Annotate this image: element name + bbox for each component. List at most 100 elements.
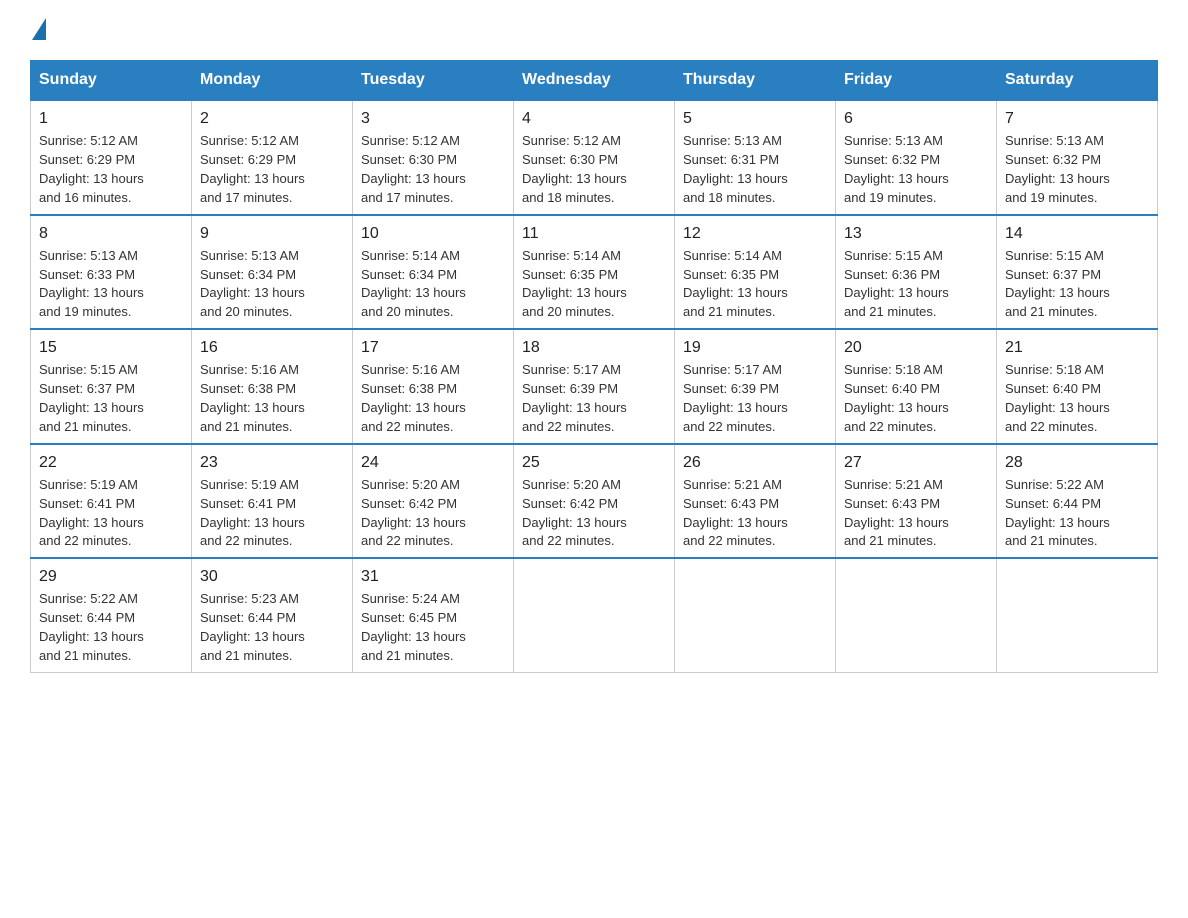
calendar-cell: 4 Sunrise: 5:12 AMSunset: 6:30 PMDayligh… [514,100,675,215]
day-number: 12 [683,222,827,245]
logo [30,20,48,42]
page-header [30,20,1158,42]
calendar-cell: 16 Sunrise: 5:16 AMSunset: 6:38 PMDaylig… [192,329,353,444]
calendar-cell: 11 Sunrise: 5:14 AMSunset: 6:35 PMDaylig… [514,215,675,330]
calendar-cell: 7 Sunrise: 5:13 AMSunset: 6:32 PMDayligh… [997,100,1158,215]
day-number: 10 [361,222,505,245]
column-header-saturday: Saturday [997,61,1158,101]
day-info: Sunrise: 5:19 AMSunset: 6:41 PMDaylight:… [39,477,144,549]
day-info: Sunrise: 5:18 AMSunset: 6:40 PMDaylight:… [844,362,949,434]
column-header-wednesday: Wednesday [514,61,675,101]
day-number: 1 [39,107,183,130]
column-header-monday: Monday [192,61,353,101]
day-info: Sunrise: 5:13 AMSunset: 6:32 PMDaylight:… [1005,133,1110,205]
calendar-week-row: 15 Sunrise: 5:15 AMSunset: 6:37 PMDaylig… [31,329,1158,444]
day-info: Sunrise: 5:12 AMSunset: 6:30 PMDaylight:… [522,133,627,205]
day-number: 21 [1005,336,1149,359]
day-info: Sunrise: 5:13 AMSunset: 6:33 PMDaylight:… [39,248,144,320]
calendar-week-row: 8 Sunrise: 5:13 AMSunset: 6:33 PMDayligh… [31,215,1158,330]
day-info: Sunrise: 5:22 AMSunset: 6:44 PMDaylight:… [39,591,144,663]
calendar-cell: 28 Sunrise: 5:22 AMSunset: 6:44 PMDaylig… [997,444,1158,559]
calendar-cell: 9 Sunrise: 5:13 AMSunset: 6:34 PMDayligh… [192,215,353,330]
calendar-cell: 10 Sunrise: 5:14 AMSunset: 6:34 PMDaylig… [353,215,514,330]
calendar-cell [514,558,675,672]
calendar-header-row: SundayMondayTuesdayWednesdayThursdayFrid… [31,61,1158,101]
calendar-cell: 29 Sunrise: 5:22 AMSunset: 6:44 PMDaylig… [31,558,192,672]
day-number: 13 [844,222,988,245]
day-number: 3 [361,107,505,130]
day-number: 19 [683,336,827,359]
day-info: Sunrise: 5:20 AMSunset: 6:42 PMDaylight:… [522,477,627,549]
day-number: 24 [361,451,505,474]
day-number: 22 [39,451,183,474]
day-number: 29 [39,565,183,588]
day-number: 2 [200,107,344,130]
day-number: 20 [844,336,988,359]
day-info: Sunrise: 5:14 AMSunset: 6:35 PMDaylight:… [522,248,627,320]
day-number: 28 [1005,451,1149,474]
day-info: Sunrise: 5:12 AMSunset: 6:29 PMDaylight:… [200,133,305,205]
day-info: Sunrise: 5:24 AMSunset: 6:45 PMDaylight:… [361,591,466,663]
calendar-cell [836,558,997,672]
day-info: Sunrise: 5:16 AMSunset: 6:38 PMDaylight:… [200,362,305,434]
day-info: Sunrise: 5:17 AMSunset: 6:39 PMDaylight:… [683,362,788,434]
calendar-cell: 23 Sunrise: 5:19 AMSunset: 6:41 PMDaylig… [192,444,353,559]
day-info: Sunrise: 5:20 AMSunset: 6:42 PMDaylight:… [361,477,466,549]
day-number: 31 [361,565,505,588]
calendar-cell: 3 Sunrise: 5:12 AMSunset: 6:30 PMDayligh… [353,100,514,215]
day-number: 14 [1005,222,1149,245]
calendar-cell [997,558,1158,672]
day-number: 25 [522,451,666,474]
calendar-week-row: 29 Sunrise: 5:22 AMSunset: 6:44 PMDaylig… [31,558,1158,672]
day-number: 7 [1005,107,1149,130]
day-info: Sunrise: 5:16 AMSunset: 6:38 PMDaylight:… [361,362,466,434]
day-number: 11 [522,222,666,245]
calendar-cell: 14 Sunrise: 5:15 AMSunset: 6:37 PMDaylig… [997,215,1158,330]
calendar-cell: 22 Sunrise: 5:19 AMSunset: 6:41 PMDaylig… [31,444,192,559]
day-number: 26 [683,451,827,474]
calendar-cell: 13 Sunrise: 5:15 AMSunset: 6:36 PMDaylig… [836,215,997,330]
day-number: 6 [844,107,988,130]
calendar-cell: 5 Sunrise: 5:13 AMSunset: 6:31 PMDayligh… [675,100,836,215]
calendar-cell: 31 Sunrise: 5:24 AMSunset: 6:45 PMDaylig… [353,558,514,672]
calendar-cell: 18 Sunrise: 5:17 AMSunset: 6:39 PMDaylig… [514,329,675,444]
calendar-week-row: 1 Sunrise: 5:12 AMSunset: 6:29 PMDayligh… [31,100,1158,215]
day-info: Sunrise: 5:14 AMSunset: 6:34 PMDaylight:… [361,248,466,320]
calendar-cell: 30 Sunrise: 5:23 AMSunset: 6:44 PMDaylig… [192,558,353,672]
day-info: Sunrise: 5:12 AMSunset: 6:30 PMDaylight:… [361,133,466,205]
calendar-week-row: 22 Sunrise: 5:19 AMSunset: 6:41 PMDaylig… [31,444,1158,559]
day-number: 30 [200,565,344,588]
day-number: 27 [844,451,988,474]
calendar-cell: 20 Sunrise: 5:18 AMSunset: 6:40 PMDaylig… [836,329,997,444]
day-number: 23 [200,451,344,474]
day-number: 8 [39,222,183,245]
day-number: 18 [522,336,666,359]
calendar-cell: 21 Sunrise: 5:18 AMSunset: 6:40 PMDaylig… [997,329,1158,444]
calendar-table: SundayMondayTuesdayWednesdayThursdayFrid… [30,60,1158,673]
calendar-cell: 17 Sunrise: 5:16 AMSunset: 6:38 PMDaylig… [353,329,514,444]
day-info: Sunrise: 5:21 AMSunset: 6:43 PMDaylight:… [683,477,788,549]
day-info: Sunrise: 5:19 AMSunset: 6:41 PMDaylight:… [200,477,305,549]
calendar-cell: 24 Sunrise: 5:20 AMSunset: 6:42 PMDaylig… [353,444,514,559]
day-info: Sunrise: 5:15 AMSunset: 6:36 PMDaylight:… [844,248,949,320]
day-info: Sunrise: 5:13 AMSunset: 6:31 PMDaylight:… [683,133,788,205]
day-info: Sunrise: 5:15 AMSunset: 6:37 PMDaylight:… [39,362,144,434]
day-number: 4 [522,107,666,130]
logo-triangle-icon [32,18,46,40]
day-info: Sunrise: 5:15 AMSunset: 6:37 PMDaylight:… [1005,248,1110,320]
column-header-tuesday: Tuesday [353,61,514,101]
calendar-cell: 1 Sunrise: 5:12 AMSunset: 6:29 PMDayligh… [31,100,192,215]
calendar-cell: 8 Sunrise: 5:13 AMSunset: 6:33 PMDayligh… [31,215,192,330]
calendar-cell: 12 Sunrise: 5:14 AMSunset: 6:35 PMDaylig… [675,215,836,330]
day-number: 5 [683,107,827,130]
day-number: 17 [361,336,505,359]
calendar-cell: 2 Sunrise: 5:12 AMSunset: 6:29 PMDayligh… [192,100,353,215]
day-info: Sunrise: 5:13 AMSunset: 6:32 PMDaylight:… [844,133,949,205]
calendar-cell: 15 Sunrise: 5:15 AMSunset: 6:37 PMDaylig… [31,329,192,444]
day-info: Sunrise: 5:18 AMSunset: 6:40 PMDaylight:… [1005,362,1110,434]
day-info: Sunrise: 5:14 AMSunset: 6:35 PMDaylight:… [683,248,788,320]
column-header-thursday: Thursday [675,61,836,101]
day-number: 16 [200,336,344,359]
column-header-sunday: Sunday [31,61,192,101]
calendar-cell: 6 Sunrise: 5:13 AMSunset: 6:32 PMDayligh… [836,100,997,215]
